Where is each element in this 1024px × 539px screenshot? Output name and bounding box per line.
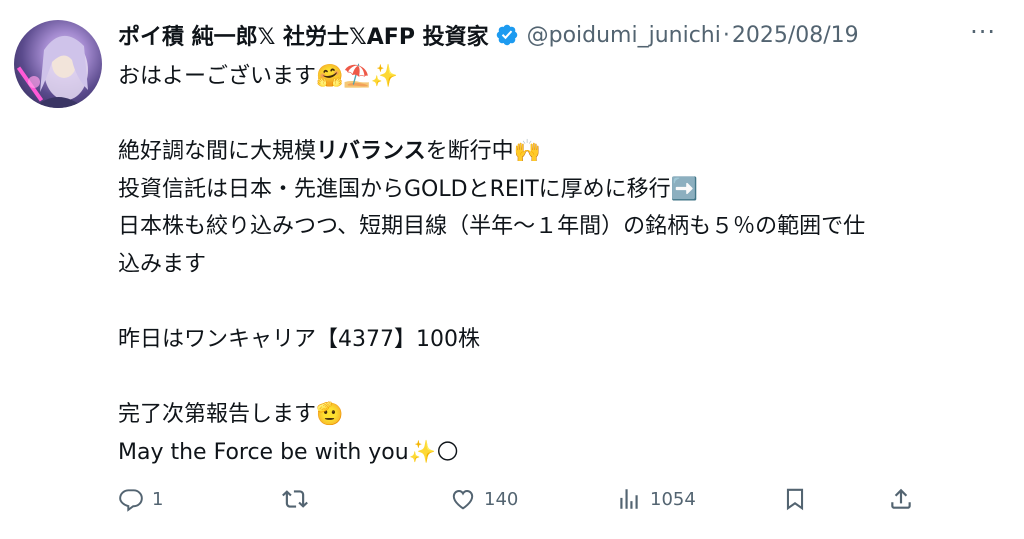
views-button[interactable]: 1054 — [616, 486, 696, 512]
retweet-icon — [282, 490, 308, 508]
bookmark-icon — [786, 488, 804, 511]
share-button[interactable] — [888, 486, 914, 512]
views-count: 1054 — [650, 488, 696, 510]
text-line: 込みます — [118, 251, 207, 277]
like-count: 140 — [484, 488, 519, 510]
reply-count: 1 — [152, 488, 164, 510]
text-line: 投資信託は日本・先進国からGOLDとREITに厚めに移行➡️ — [118, 176, 699, 202]
reply-icon — [119, 489, 143, 512]
like-button[interactable]: 140 — [450, 486, 518, 512]
text-line: おはよーございます🤗⛱️✨ — [118, 64, 399, 89]
tweet-header: ポイ積 純一郎𝕏 社労士𝕏AFP 投資家 @poidumi_junichi · … — [118, 16, 1014, 54]
text-line: May the Force be with you✨🌕 — [118, 439, 459, 465]
share-icon — [891, 488, 911, 509]
avatar-image — [16, 35, 88, 108]
text-line: 絶好調な間に大規模リバランスを断行中🙌 — [118, 133, 1008, 171]
display-name[interactable]: ポイ積 純一郎𝕏 社労士𝕏AFP 投資家 — [118, 19, 489, 51]
tweet-date[interactable]: 2025/08/19 — [732, 23, 859, 48]
reply-button[interactable]: 1 — [118, 486, 163, 512]
bold-text-segment: リバランス — [316, 139, 426, 165]
views-icon — [620, 489, 638, 509]
tweet-text: おはよーございます🤗⛱️✨ 絶好調な間に大規模リバランスを断行中🙌 投資信託は日… — [118, 58, 1008, 472]
user-handle[interactable]: @poidumi_junichi — [527, 23, 721, 48]
avatar[interactable] — [14, 20, 102, 108]
retweet-button[interactable] — [282, 486, 316, 512]
verified-badge-icon[interactable] — [495, 23, 519, 47]
action-bar: 1 140 1054 — [118, 486, 924, 518]
heart-icon — [452, 490, 474, 510]
separator: · — [722, 22, 730, 48]
text-line: 昨日はワンキャリア【4377】100株 — [118, 327, 480, 353]
text-line: 日本株も絞り込みつつ、短期目線（半年〜１年間）の銘柄も５％の範囲で仕 — [118, 214, 866, 240]
text-segment: 絶好調な間に大規模 — [118, 139, 317, 165]
bookmark-button[interactable] — [782, 486, 808, 512]
text-segment: を断行中🙌 — [425, 139, 541, 165]
text-line: 完了次第報告します🫡 — [118, 402, 344, 428]
more-options-icon[interactable]: ··· — [970, 18, 996, 46]
